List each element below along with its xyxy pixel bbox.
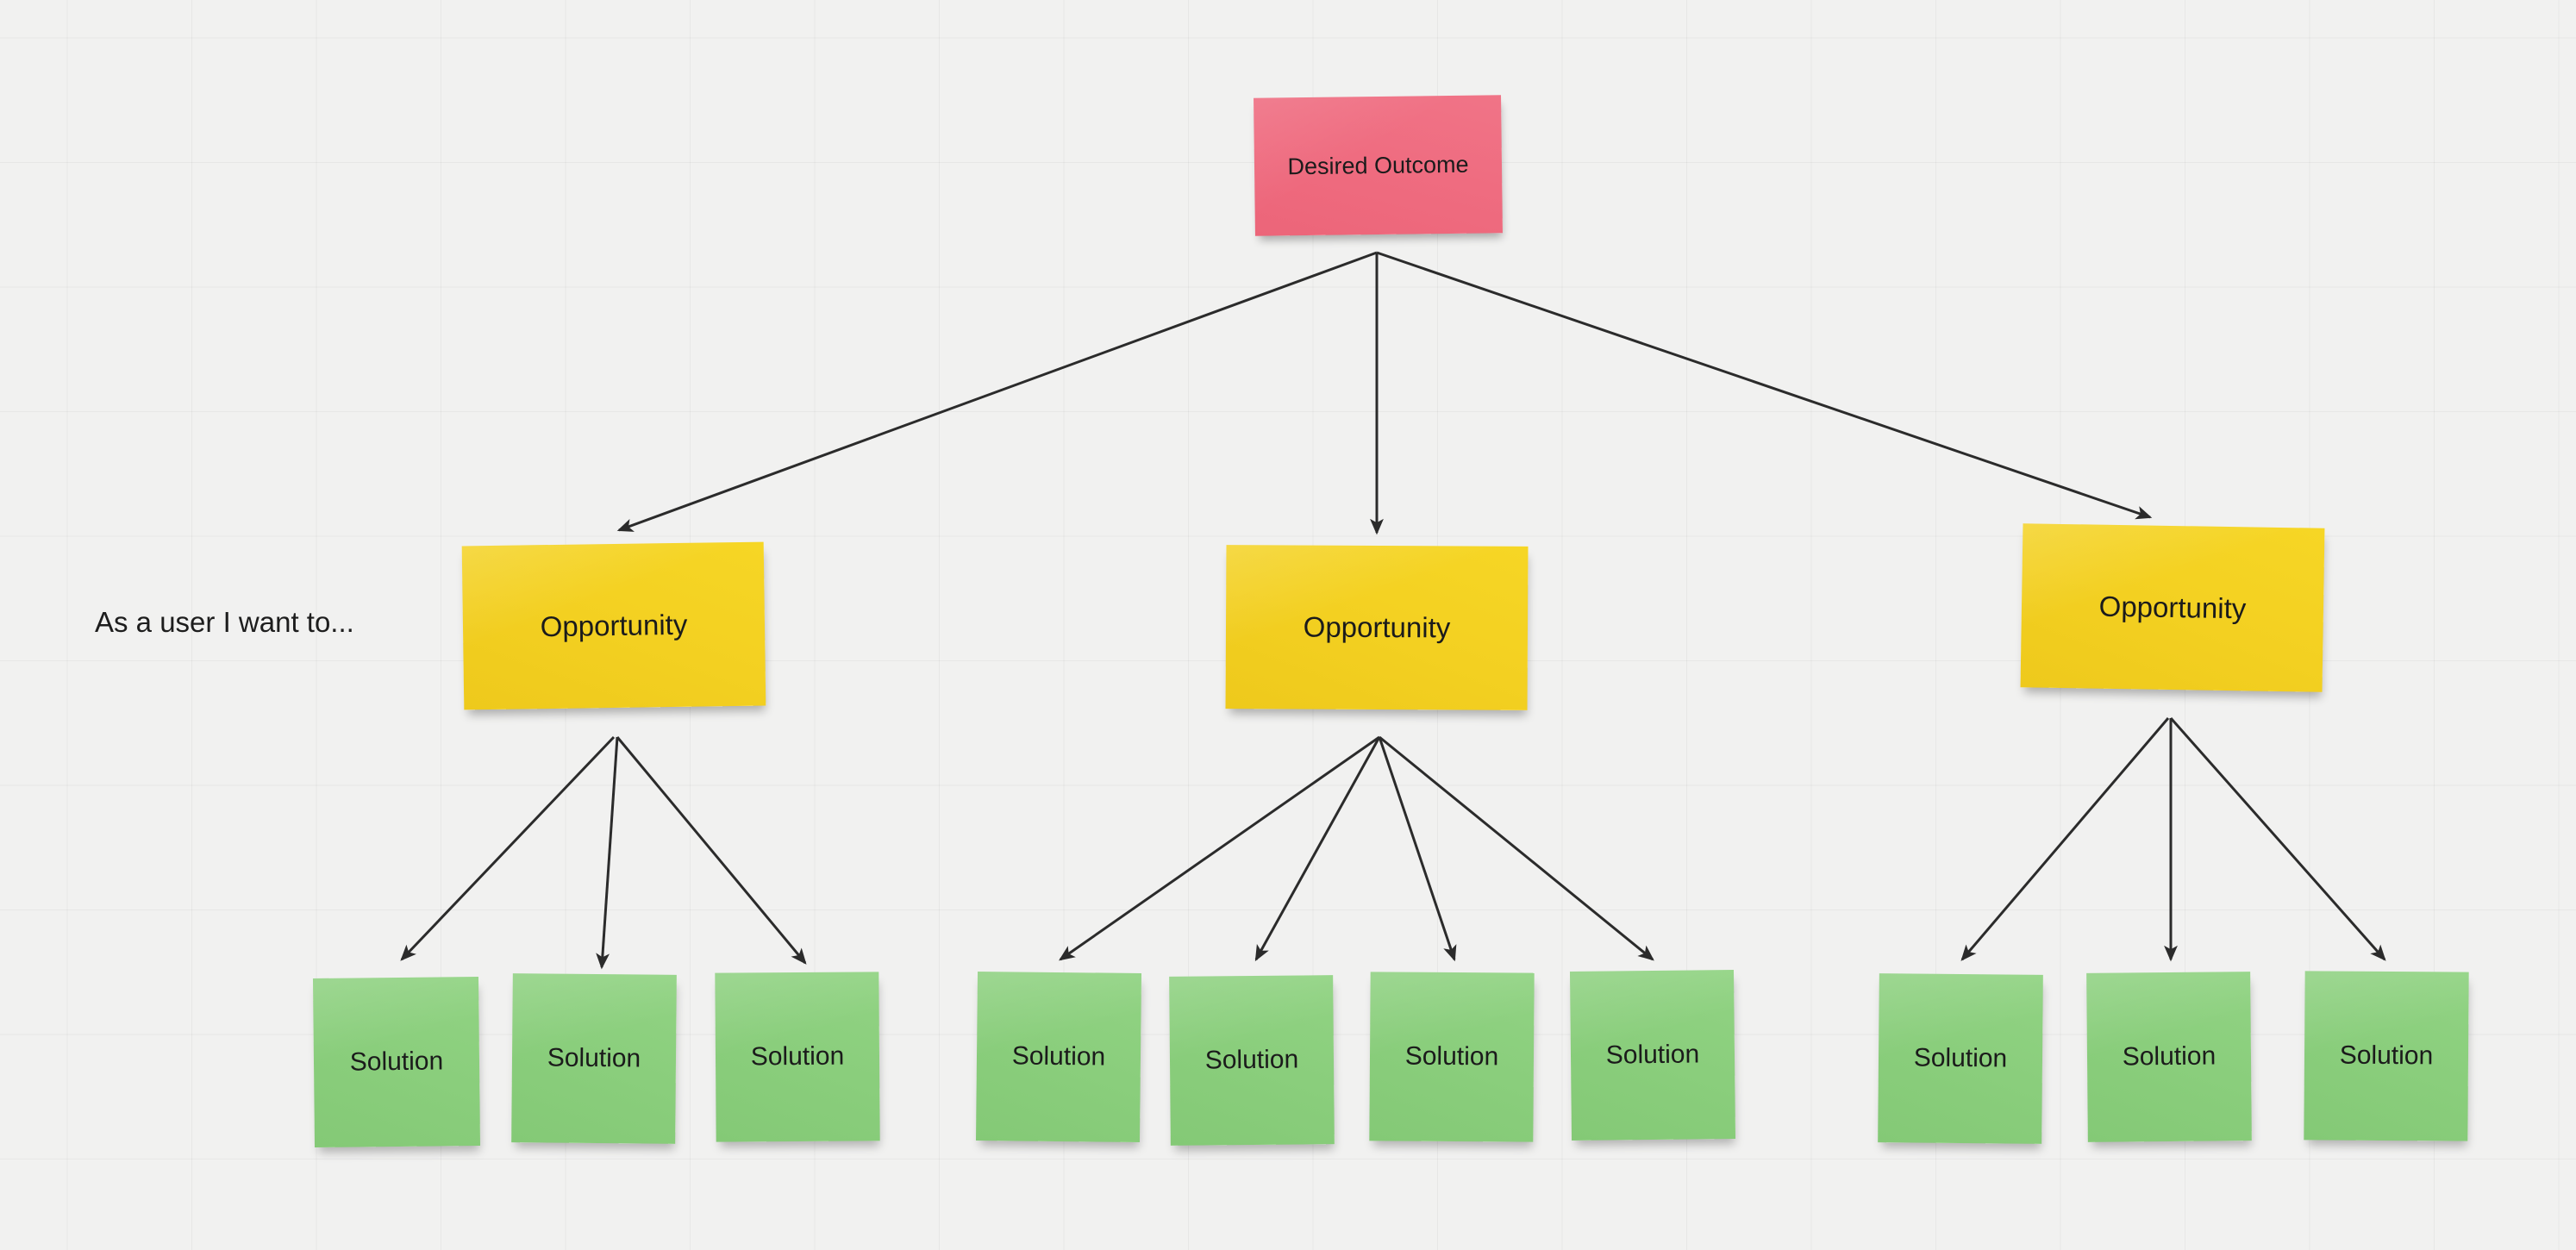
connector-arrow bbox=[1376, 251, 2153, 520]
sticky-note-solution[interactable]: Solution bbox=[511, 973, 677, 1144]
sticky-note-outcome[interactable]: Desired Outcome bbox=[1254, 95, 1503, 236]
sticky-note-label: Desired Outcome bbox=[1287, 151, 1469, 180]
connector-arrow bbox=[1379, 735, 1654, 961]
connector-arrow bbox=[616, 736, 807, 965]
connector-arrow bbox=[1960, 717, 2170, 961]
connector-arrow bbox=[1254, 736, 1381, 962]
sticky-note-solution[interactable]: Solution bbox=[1369, 972, 1535, 1142]
connector-arrow bbox=[596, 736, 619, 970]
sticky-note-label: Solution bbox=[1913, 1043, 2008, 1073]
sticky-note-label: Solution bbox=[1011, 1041, 1106, 1072]
sticky-note-label: Solution bbox=[750, 1041, 845, 1072]
sticky-note-solution[interactable]: Solution bbox=[2304, 971, 2469, 1141]
sticky-note-solution[interactable]: Solution bbox=[715, 972, 880, 1142]
sticky-note-label: Opportunity bbox=[2098, 590, 2247, 625]
whiteboard-canvas[interactable]: As a user I want to... Desired Outcome Op… bbox=[0, 0, 2576, 1250]
connector-arrow bbox=[616, 251, 1378, 532]
sticky-note-opportunity[interactable]: Opportunity bbox=[1225, 545, 1529, 710]
sticky-note-label: Solution bbox=[349, 1047, 444, 1077]
connector-arrow bbox=[400, 735, 616, 961]
sticky-note-label: Solution bbox=[2339, 1041, 2434, 1071]
sticky-note-label: Solution bbox=[1204, 1045, 1299, 1075]
sticky-note-label: Solution bbox=[547, 1043, 641, 1073]
sticky-note-label: Opportunity bbox=[1303, 610, 1451, 644]
sticky-note-solution[interactable]: Solution bbox=[1569, 970, 1736, 1141]
sticky-note-solution[interactable]: Solution bbox=[1169, 975, 1335, 1146]
sticky-note-solution[interactable]: Solution bbox=[2086, 972, 2252, 1142]
sticky-note-label: Opportunity bbox=[540, 609, 688, 643]
sticky-note-solution[interactable]: Solution bbox=[312, 977, 481, 1147]
sticky-note-label: Solution bbox=[1404, 1041, 1499, 1072]
connector-arrow bbox=[1378, 736, 1457, 962]
sticky-note-solution[interactable]: Solution bbox=[1878, 973, 2043, 1144]
sticky-note-opportunity[interactable]: Opportunity bbox=[2020, 523, 2325, 692]
sticky-note-label: Solution bbox=[1605, 1040, 1700, 1070]
sticky-note-opportunity[interactable]: Opportunity bbox=[461, 541, 766, 710]
sticky-note-label: Solution bbox=[2122, 1041, 2216, 1072]
sticky-note-solution[interactable]: Solution bbox=[975, 972, 1142, 1142]
connector-arrow bbox=[2169, 717, 2386, 961]
user-story-label: As a user I want to... bbox=[95, 606, 354, 638]
connector-arrow bbox=[1059, 735, 1380, 961]
